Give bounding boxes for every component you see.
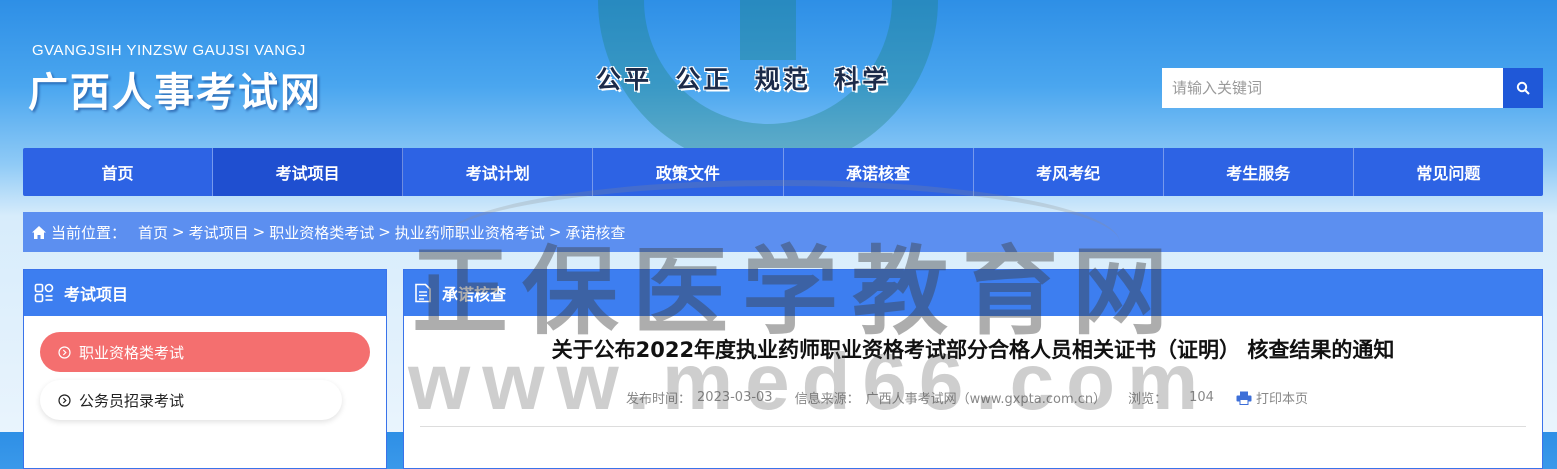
source-value: 广西人事考试网（www.gxpta.com.cn） xyxy=(865,392,1107,407)
search-button[interactable] xyxy=(1503,68,1543,108)
breadcrumb-link-exam-projects[interactable]: 考试项目 xyxy=(189,222,249,243)
search-bar xyxy=(1162,68,1543,108)
nav-item-commitment-check[interactable]: 承诺核查 xyxy=(784,148,974,196)
circle-arrow-icon xyxy=(58,393,71,407)
divider xyxy=(420,426,1526,427)
nav-item-exam-plan[interactable]: 考试计划 xyxy=(403,148,594,196)
document-icon xyxy=(414,283,432,303)
site-subtitle: GVANGJSIH YINZSW GAUJSI VANGJ xyxy=(32,42,306,59)
breadcrumb-link-professional-qualification[interactable]: 职业资格类考试 xyxy=(269,222,374,243)
breadcrumb-link-home[interactable]: 首页 xyxy=(138,222,168,243)
slogan: 公平 公正 规范 科学 xyxy=(596,65,891,94)
sidebar-header: 考试项目 xyxy=(24,270,386,316)
sidebar: 考试项目 职业资格类考试 公务员招录考试 xyxy=(23,269,387,469)
breadcrumb-separator: > xyxy=(172,223,185,241)
search-input[interactable] xyxy=(1162,68,1503,108)
grid-icon xyxy=(34,283,54,303)
main-panel-title: 承诺核查 xyxy=(442,285,507,304)
views-count: 104 xyxy=(1189,390,1214,405)
home-icon xyxy=(31,225,47,240)
site-title[interactable]: 广西人事考试网 xyxy=(28,60,322,118)
nav-item-policy[interactable]: 政策文件 xyxy=(593,148,784,196)
publish-label: 发布时间： xyxy=(626,392,692,407)
sidebar-item-label: 职业资格类考试 xyxy=(79,343,185,362)
breadcrumb-separator: > xyxy=(378,223,391,241)
sidebar-item-label: 公务员招录考试 xyxy=(79,391,185,410)
nav-item-exam-discipline[interactable]: 考风考纪 xyxy=(974,148,1164,196)
source-label: 信息来源： xyxy=(794,392,860,407)
breadcrumb-link-pharmacist-exam[interactable]: 执业药师职业资格考试 xyxy=(395,222,545,243)
main-nav: 首页 考试项目 考试计划 政策文件 承诺核查 考风考纪 考生服务 常见问题 xyxy=(23,148,1543,196)
search-icon xyxy=(1516,81,1530,95)
sidebar-title: 考试项目 xyxy=(64,285,129,304)
printer-icon xyxy=(1236,391,1252,405)
breadcrumb-link-commitment-check[interactable]: 承诺核查 xyxy=(565,222,625,243)
print-button[interactable]: 打印本页 xyxy=(1236,388,1314,407)
breadcrumb-label: 当前位置： xyxy=(51,223,127,242)
publish-date: 2023-03-03 xyxy=(697,390,773,405)
sidebar-item-professional-qualification[interactable]: 职业资格类考试 xyxy=(40,332,370,372)
nav-item-candidate-service[interactable]: 考生服务 xyxy=(1164,148,1354,196)
print-label: 打印本页 xyxy=(1255,392,1308,407)
article-meta: 发布时间： 2023-03-03 信息来源： 广西人事考试网（www.gxpta… xyxy=(404,388,1542,407)
sidebar-item-civil-servant[interactable]: 公务员招录考试 xyxy=(40,380,342,420)
views-label: 浏览： xyxy=(1128,392,1168,407)
background-logo-stem xyxy=(740,0,796,60)
main-panel: 承诺核查 关于公布2022年度执业药师职业资格考试部分合格人员相关证书（证明） … xyxy=(403,269,1543,469)
circle-arrow-icon xyxy=(58,345,71,359)
nav-item-faq[interactable]: 常见问题 xyxy=(1354,148,1543,196)
breadcrumb-separator: > xyxy=(252,223,266,241)
main-panel-header: 承诺核查 xyxy=(404,270,1542,316)
breadcrumb-separator: > xyxy=(548,223,562,241)
article-title: 关于公布2022年度执业药师职业资格考试部分合格人员相关证书（证明） 核查结果的… xyxy=(551,338,1395,362)
nav-item-exam-projects[interactable]: 考试项目 xyxy=(213,148,404,196)
nav-item-home[interactable]: 首页 xyxy=(23,148,214,196)
breadcrumb: 当前位置： 首页 > 考试项目 > 职业资格类考试 > 执业药师职业资格考试 >… xyxy=(23,212,1543,252)
